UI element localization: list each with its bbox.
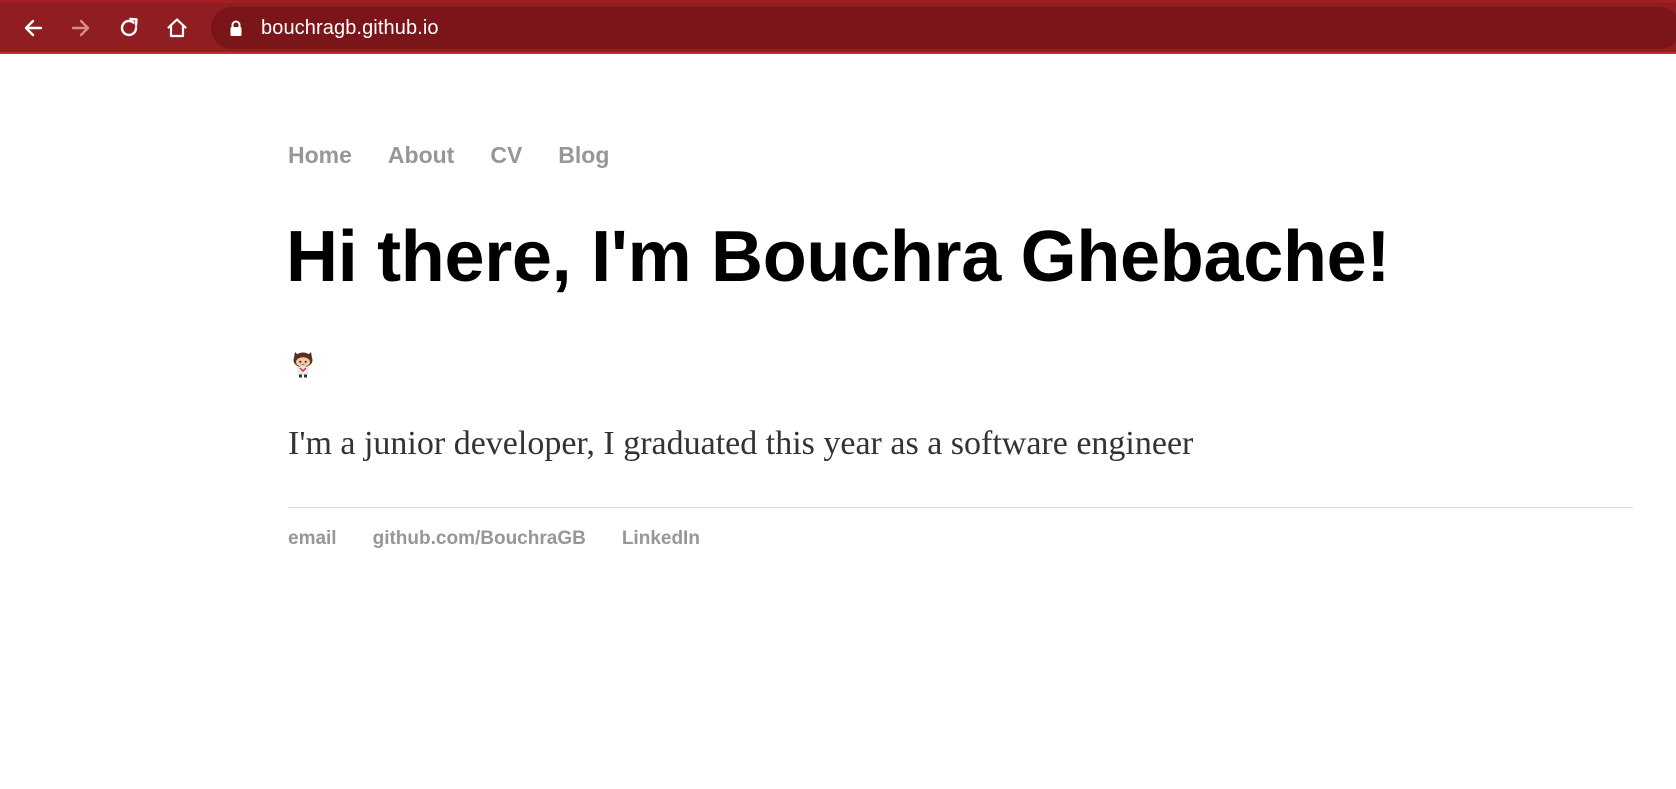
nav-cv-link[interactable]: CV bbox=[490, 142, 522, 169]
footer-divider bbox=[288, 507, 1633, 508]
page-title: Hi there, I'm Bouchra Ghebache! bbox=[286, 217, 1391, 297]
email-link[interactable]: email bbox=[288, 528, 337, 550]
site-nav: Home About CV Blog bbox=[288, 142, 609, 169]
home-button[interactable] bbox=[158, 9, 196, 47]
footer-links: email github.com/BouchraGB LinkedIn bbox=[288, 528, 700, 550]
nav-home-link[interactable]: Home bbox=[288, 142, 352, 169]
forward-button[interactable] bbox=[62, 9, 100, 47]
lock-icon bbox=[229, 20, 243, 42]
url-text[interactable]: bouchragb.github.io bbox=[261, 17, 439, 40]
github-link[interactable]: github.com/BouchraGB bbox=[373, 528, 586, 550]
arrow-left-icon bbox=[22, 17, 44, 39]
octocat-girl-icon bbox=[290, 350, 316, 378]
address-bar[interactable]: bouchragb.github.io bbox=[211, 7, 1676, 49]
nav-blog-link[interactable]: Blog bbox=[558, 142, 609, 169]
reload-button[interactable] bbox=[110, 9, 148, 47]
linkedin-link[interactable]: LinkedIn bbox=[622, 528, 700, 550]
home-icon bbox=[165, 16, 189, 40]
reload-icon bbox=[117, 16, 141, 40]
arrow-right-icon bbox=[70, 17, 92, 39]
nav-about-link[interactable]: About bbox=[388, 142, 454, 169]
back-button[interactable] bbox=[14, 9, 52, 47]
browser-toolbar: bouchragb.github.io bbox=[0, 0, 1676, 54]
intro-text: I'm a junior developer, I graduated this… bbox=[288, 425, 1194, 462]
